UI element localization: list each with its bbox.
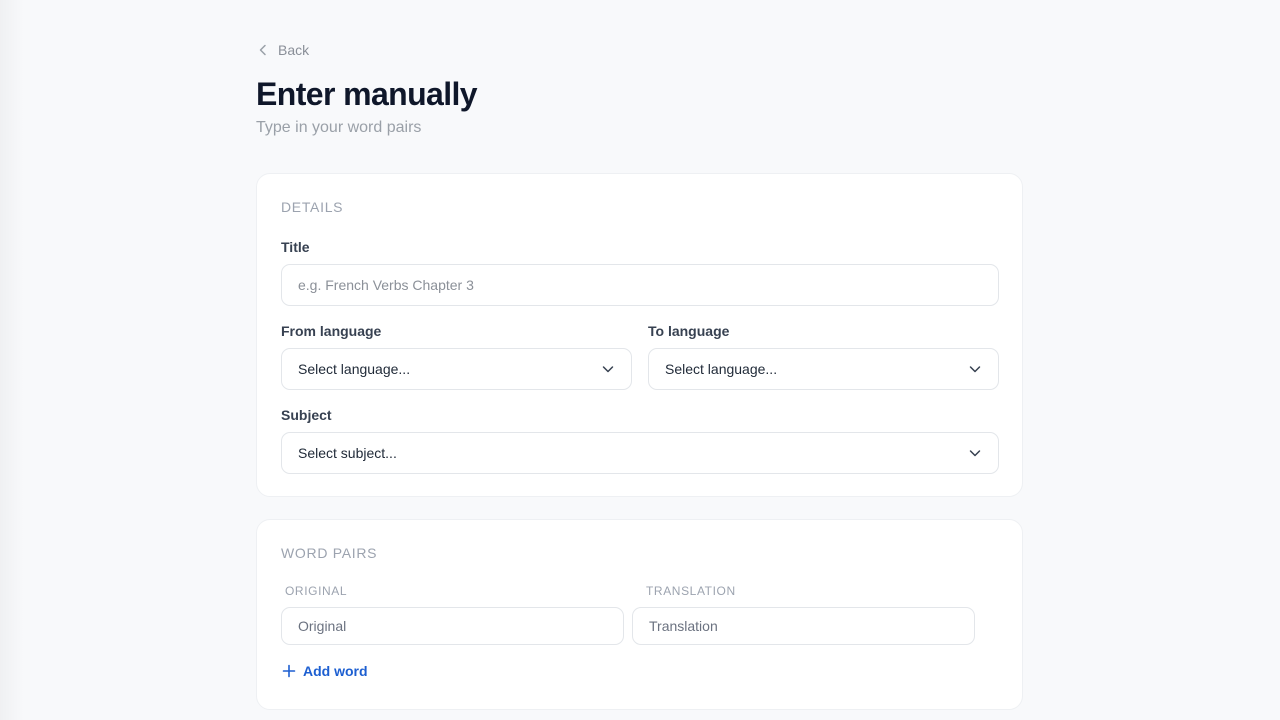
page-edge-shadow	[0, 0, 24, 720]
plus-icon	[282, 664, 296, 678]
page-subtitle: Type in your word pairs	[256, 119, 422, 136]
subject-select[interactable]: Select subject...	[281, 432, 999, 474]
add-word-button[interactable]: Add word	[281, 661, 368, 681]
chevron-down-icon	[969, 450, 981, 457]
title-input[interactable]	[298, 277, 982, 293]
title-field-label: Title	[281, 239, 310, 255]
word-pairs-section-label: WORD PAIRS	[281, 545, 378, 561]
from-language-label: From language	[281, 323, 382, 339]
translation-field[interactable]	[632, 607, 975, 645]
translation-input[interactable]	[649, 618, 958, 634]
subject-label: Subject	[281, 407, 332, 423]
original-input[interactable]	[298, 618, 607, 634]
translation-column-header: TRANSLATION	[646, 584, 736, 598]
back-link[interactable]: Back	[256, 40, 309, 60]
back-label: Back	[278, 42, 310, 58]
from-language-select[interactable]: Select language...	[281, 348, 632, 390]
chevron-down-icon	[969, 366, 981, 373]
chevron-left-icon	[259, 44, 266, 56]
original-column-header: ORIGINAL	[285, 584, 348, 598]
to-language-value: Select language...	[665, 361, 778, 377]
to-language-select[interactable]: Select language...	[648, 348, 999, 390]
word-pairs-card: WORD PAIRS ORIGINAL TRANSLATION Add word	[256, 519, 1023, 710]
title-field[interactable]	[281, 264, 999, 306]
add-word-label: Add word	[303, 663, 368, 679]
subject-value: Select subject...	[298, 445, 397, 461]
from-language-value: Select language...	[298, 361, 411, 377]
chevron-down-icon	[602, 366, 614, 373]
to-language-label: To language	[648, 323, 730, 339]
original-field[interactable]	[281, 607, 624, 645]
page-title: Enter manually	[256, 76, 478, 112]
details-card: DETAILS Title From language Select langu…	[256, 173, 1023, 497]
details-section-label: DETAILS	[281, 199, 344, 215]
